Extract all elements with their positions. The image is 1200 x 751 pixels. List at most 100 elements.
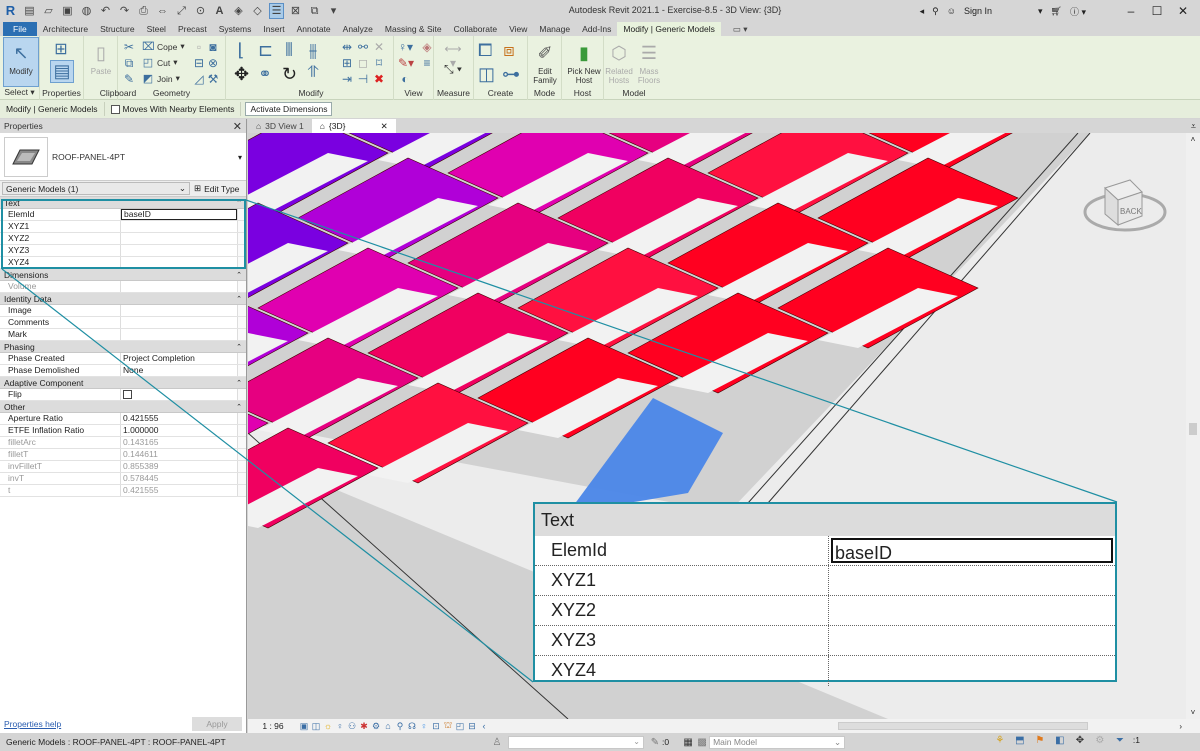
- design-option-dropdown[interactable]: Main Model ⌄: [709, 735, 846, 749]
- row-button[interactable]: [237, 305, 246, 316]
- mirror-draw-icon[interactable]: ⫵: [306, 40, 320, 61]
- group-header-phasing[interactable]: Phasing ⌃: [0, 341, 246, 353]
- crop-view-icon[interactable]: ✱: [358, 721, 370, 732]
- temp-view-props-icon[interactable]: ⊡: [430, 721, 442, 732]
- select-panel-label[interactable]: Select ▾: [0, 87, 39, 98]
- beam-join-icon[interactable]: ◿: [192, 72, 206, 86]
- join-button[interactable]: ◩ Join ▾: [142, 72, 180, 85]
- extend-icon[interactable]: ⊣: [356, 72, 370, 86]
- row-button[interactable]: [237, 329, 246, 340]
- switch-windows-icon[interactable]: ⧉: [308, 4, 321, 18]
- redo-icon[interactable]: ↷: [118, 4, 131, 18]
- shadows-icon[interactable]: ♀: [334, 721, 346, 731]
- viewcube[interactable]: BACK: [1080, 170, 1170, 240]
- ribbon-tab-modify-generic-models[interactable]: Modify | Generic Models: [617, 22, 721, 36]
- collapse-icon[interactable]: ⌃: [236, 343, 242, 351]
- array-icon[interactable]: ⊞: [340, 56, 354, 70]
- view-scale[interactable]: 1 : 96: [248, 721, 298, 731]
- checkbox-icon[interactable]: [110, 104, 120, 114]
- wall-joins-icon[interactable]: ⊟: [192, 56, 206, 70]
- cope-button[interactable]: ⌧ Cope ▾: [142, 40, 185, 53]
- type-dropdown-icon[interactable]: ▾: [238, 153, 242, 162]
- property-value[interactable]: None: [121, 365, 237, 376]
- create-similar-icon[interactable]: ⊶: [502, 64, 520, 85]
- 3d-view-icon[interactable]: ◈: [232, 4, 245, 18]
- property-value[interactable]: 0.421555: [121, 413, 237, 424]
- measure-icon[interactable]: ⇔: [156, 4, 169, 18]
- property-value[interactable]: 1.000000: [121, 425, 237, 436]
- scroll-right-icon[interactable]: ›: [1179, 722, 1182, 731]
- callout-elemid-value[interactable]: baseID: [831, 538, 1113, 563]
- ribbon-tab-systems[interactable]: Systems: [213, 22, 258, 36]
- selection-box-icon[interactable]: ◈: [420, 40, 434, 54]
- rotate-icon[interactable]: ↻: [282, 64, 297, 85]
- tab-overflow-icon[interactable]: ⩡: [1191, 121, 1200, 132]
- filter-lines-icon[interactable]: ≡: [420, 56, 434, 70]
- select-by-face-icon[interactable]: ◧: [1053, 735, 1067, 746]
- section-icon[interactable]: ◇: [251, 4, 264, 18]
- background-process-icon[interactable]: ⚙: [1093, 735, 1107, 746]
- row-button[interactable]: [237, 461, 246, 472]
- collapse-icon[interactable]: ⌃: [236, 295, 242, 303]
- ribbon-tab-steel[interactable]: Steel: [141, 22, 172, 36]
- group-header-other[interactable]: Other ⌃: [0, 401, 246, 413]
- trim-extend-icon[interactable]: ⇥: [340, 72, 354, 86]
- select-underlay-icon[interactable]: ⬒: [1013, 735, 1027, 746]
- lightbulb-icon[interactable]: ♀: [418, 721, 430, 731]
- revit-logo-icon[interactable]: R: [4, 4, 17, 18]
- collapse-icon[interactable]: ⌃: [236, 403, 242, 411]
- cart-icon[interactable]: 🛒︎: [1051, 6, 1062, 17]
- create-assembly-icon[interactable]: ⧠: [478, 40, 492, 61]
- ribbon-tab-manage[interactable]: Manage: [533, 22, 576, 36]
- collapse-icon[interactable]: ⌃: [236, 271, 242, 279]
- ribbon-tab-add-ins[interactable]: Add-Ins: [576, 22, 617, 36]
- customize-icon[interactable]: ▾: [327, 4, 340, 18]
- save-icon[interactable]: ▣: [61, 4, 74, 18]
- hide-icon[interactable]: ◐: [398, 72, 412, 86]
- align-icon[interactable]: ⌊: [234, 40, 248, 61]
- edit-type-button[interactable]: ⊞ Edit Type: [194, 183, 239, 194]
- pin-icon[interactable]: ⌑: [372, 56, 386, 70]
- exclude-options-icon[interactable]: ▩: [695, 737, 709, 748]
- ribbon-tab-analyze[interactable]: Analyze: [337, 22, 379, 36]
- property-value[interactable]: [121, 317, 237, 328]
- close-tab-icon[interactable]: ✕: [381, 121, 388, 132]
- copy-element-icon[interactable]: ⚭: [258, 64, 272, 84]
- cut-button[interactable]: ◰ Cut ▾: [142, 56, 178, 69]
- mass-floors-button[interactable]: ☰ Mass Floors: [634, 38, 664, 86]
- thin-lines-icon[interactable]: ☰: [269, 3, 284, 19]
- row-button[interactable]: [237, 449, 246, 460]
- override-graphics-icon[interactable]: ♀▾: [398, 40, 413, 54]
- type-properties-icon[interactable]: ⊞: [54, 39, 68, 59]
- scale-icon[interactable]: ◻: [356, 56, 370, 70]
- property-value[interactable]: [121, 389, 237, 400]
- help-icon[interactable]: ⓘ ▾: [1070, 5, 1086, 18]
- trim-icon[interactable]: ⥣: [306, 64, 320, 82]
- ribbon-tab-view[interactable]: View: [503, 22, 533, 36]
- sign-in-dropdown-icon[interactable]: ▾: [1038, 6, 1043, 17]
- maximize-button[interactable]: ☐: [1148, 4, 1166, 18]
- close-hidden-icon[interactable]: ⊠: [289, 4, 302, 18]
- row-button[interactable]: [237, 353, 246, 364]
- unpin-icon[interactable]: ✕: [372, 40, 386, 54]
- sign-in-link[interactable]: Sign In: [964, 6, 992, 16]
- workset-dropdown[interactable]: ⌄: [508, 735, 644, 749]
- ribbon-tab-structure[interactable]: Structure: [94, 22, 141, 36]
- create-parts-icon[interactable]: ⧈: [502, 40, 516, 61]
- undo-icon[interactable]: ↶: [99, 4, 112, 18]
- collapse-arrow-icon[interactable]: ◂: [920, 6, 925, 17]
- design-options-icon[interactable]: ▦: [681, 737, 695, 748]
- row-button[interactable]: [237, 281, 246, 292]
- related-hosts-button[interactable]: ⬡ Related Hosts: [604, 38, 634, 86]
- temp-hide-icon[interactable]: ⚲: [394, 721, 406, 732]
- worksharing-icon[interactable]: ⛫: [442, 720, 454, 732]
- modify-button[interactable]: ↖ Modify: [3, 37, 39, 87]
- close-button[interactable]: ✕: [1174, 4, 1192, 18]
- tag-icon[interactable]: ⊙: [194, 4, 207, 18]
- sync-icon[interactable]: ◍: [80, 4, 93, 18]
- editable-only-icon[interactable]: ✎: [648, 737, 662, 748]
- horizontal-scrollbar[interactable]: [838, 722, 1088, 730]
- ribbon-tab-precast[interactable]: Precast: [172, 22, 213, 36]
- show-rendering-icon[interactable]: ⚇: [346, 721, 358, 732]
- row-button[interactable]: [237, 473, 246, 484]
